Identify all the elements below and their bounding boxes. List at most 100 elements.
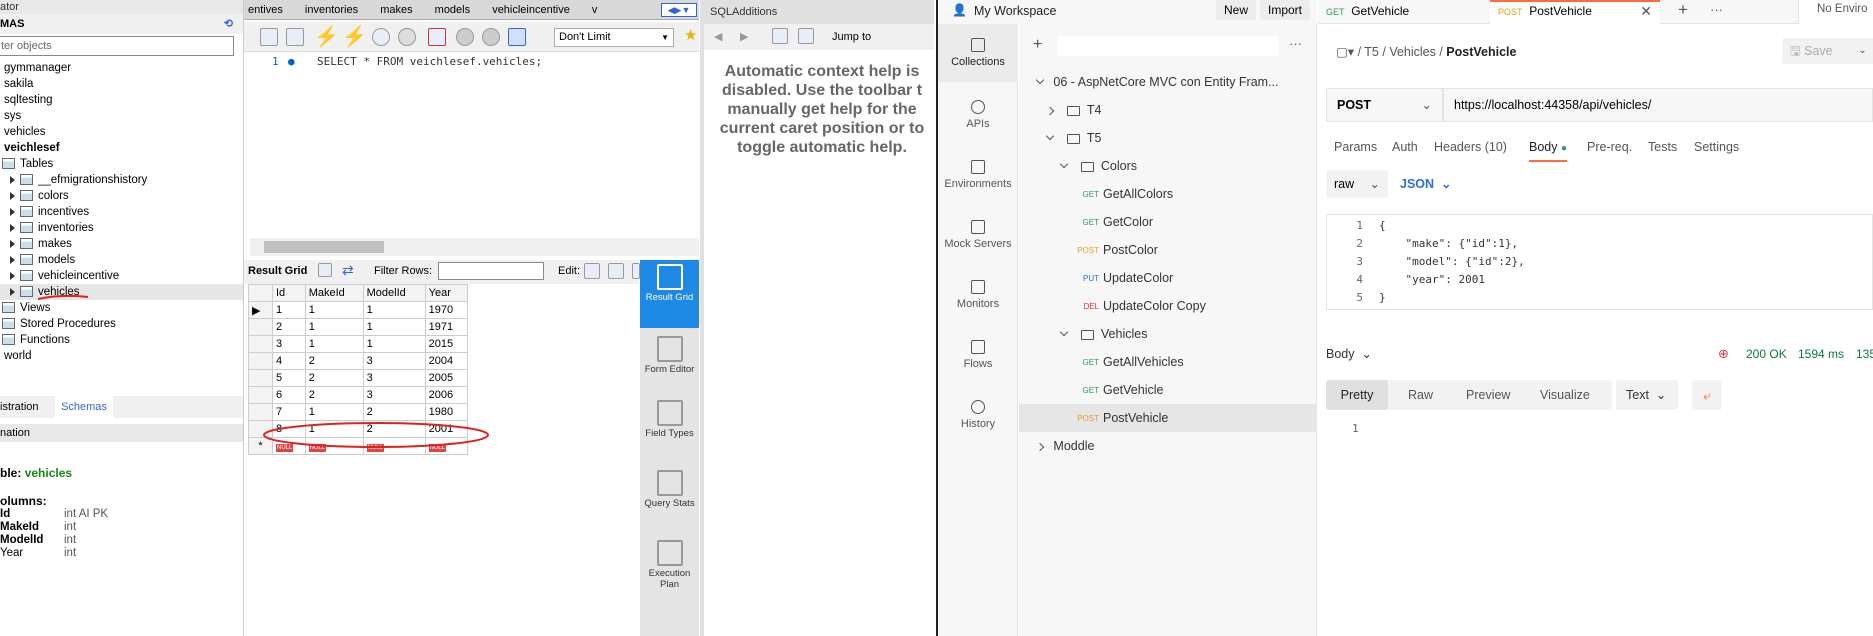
stop-icon[interactable] — [398, 28, 416, 46]
tab-pretty[interactable]: Pretty — [1326, 380, 1388, 410]
new-button[interactable]: New — [1216, 0, 1257, 20]
table-item[interactable]: incentives — [0, 204, 243, 220]
tab-settings[interactable]: Settings — [1694, 140, 1739, 154]
expand-icon[interactable] — [10, 175, 15, 184]
procedures-node[interactable]: Stored Procedures — [0, 316, 243, 332]
body-type-select[interactable]: JSON ⌄ — [1400, 170, 1451, 198]
environment-select[interactable]: No Enviro — [1798, 0, 1873, 24]
import-button[interactable]: Import — [1260, 0, 1311, 20]
workspace-name[interactable]: My Workspace — [974, 4, 1056, 18]
tab-scroll-arrows[interactable]: ◀▶▼ — [661, 3, 697, 17]
tab-postvehicle[interactable]: POST PostVehicle ✕ — [1490, 0, 1660, 24]
tab-makes[interactable]: makes — [376, 0, 427, 19]
response-body-label[interactable]: Body ⌄ — [1326, 346, 1372, 361]
explain-icon[interactable] — [372, 28, 390, 46]
toggle-error-icon[interactable] — [428, 28, 446, 46]
schema-item[interactable]: vehicles — [0, 124, 243, 140]
sidebar-item-environments[interactable]: Environments — [938, 160, 1018, 190]
save-options-chevron-icon[interactable]: ⌄ — [1852, 38, 1873, 64]
col-id[interactable]: Id — [272, 284, 306, 302]
table-item-selected[interactable]: vehicles — [0, 284, 243, 300]
tab-params[interactable]: Params — [1334, 140, 1377, 154]
delete-row-icon[interactable] — [632, 263, 640, 279]
folder-t5[interactable]: T5 — [1019, 124, 1317, 152]
execute-icon[interactable]: ⚡ — [314, 24, 339, 49]
tab-visualize[interactable]: Visualize — [1540, 380, 1590, 410]
request-item-selected[interactable]: POST PostVehicle — [1019, 404, 1317, 432]
jump-to-label[interactable]: Jump to — [832, 24, 871, 50]
schema-item[interactable]: sakila — [0, 76, 243, 92]
expand-icon[interactable] — [10, 191, 15, 200]
tab-tests[interactable]: Tests — [1648, 140, 1677, 154]
tab-raw[interactable]: Raw — [1408, 380, 1433, 410]
limit-select[interactable]: Don't Limit ▼ — [554, 28, 674, 47]
refresh-rows-icon[interactable]: ⇄ — [342, 262, 354, 279]
form-editor-button[interactable]: Form Editor — [640, 336, 699, 375]
views-node[interactable]: Views — [0, 300, 243, 316]
expand-icon[interactable] — [10, 207, 15, 216]
tab-inventories[interactable]: inventories — [301, 0, 373, 19]
request-item[interactable]: GET GetAllColors — [1019, 180, 1317, 208]
table-item[interactable]: models — [0, 252, 243, 268]
table-row[interactable]: 6 2 3 2006 — [248, 386, 469, 404]
more-tabs-icon[interactable]: ··· — [1710, 2, 1723, 17]
filter-objects-input[interactable]: ter objects — [0, 36, 234, 56]
table-item[interactable]: makes — [0, 236, 243, 252]
folder-t4[interactable]: T4 — [1019, 96, 1317, 124]
table-item[interactable]: vehicleincentive — [0, 268, 243, 284]
response-status[interactable]: 200 OK — [1746, 347, 1787, 361]
table-row[interactable]: 5 2 3 2005 — [248, 369, 469, 387]
commit-icon[interactable] — [456, 28, 474, 46]
response-size[interactable]: 135 — [1856, 347, 1873, 361]
edit-row-icon[interactable] — [584, 263, 600, 279]
expand-icon[interactable] — [10, 287, 15, 296]
field-types-button[interactable]: Field Types — [640, 400, 699, 439]
sidebar-item-collections[interactable]: Collections — [938, 24, 1018, 82]
col-year[interactable]: Year — [424, 284, 469, 302]
sql-query[interactable]: SELECT * FROM veichlesef.vehicles; — [317, 55, 542, 68]
col-makeid[interactable]: MakeId — [304, 284, 364, 302]
folder-colors[interactable]: Colors — [1019, 152, 1317, 180]
sidebar-item-history[interactable]: History — [938, 400, 1018, 430]
sidebar-item-mock-servers[interactable]: Mock Servers — [938, 220, 1018, 250]
expand-icon[interactable] — [10, 223, 15, 232]
tab-getvehicle[interactable]: GET GetVehicle — [1318, 2, 1488, 26]
forward-arrow-icon[interactable]: ▶ — [740, 24, 748, 50]
more-options-icon[interactable]: ··· — [1289, 36, 1302, 51]
table-row[interactable]: 2 1 1 1971 — [248, 318, 469, 336]
auto-help-icon[interactable] — [798, 28, 814, 44]
tab-pre-request[interactable]: Pre-req. — [1587, 140, 1632, 154]
rollback-icon[interactable] — [482, 28, 500, 46]
execute-current-icon[interactable]: ⚡ — [342, 24, 367, 49]
table-item[interactable]: inventories — [0, 220, 243, 236]
scrollbar-thumb[interactable] — [264, 241, 384, 253]
autocommit-icon[interactable] — [508, 28, 526, 46]
tab-schemas[interactable]: Schemas — [55, 396, 113, 418]
search-collections-input[interactable] — [1057, 36, 1279, 56]
table-item[interactable]: colors — [0, 188, 243, 204]
tables-node[interactable]: Tables — [0, 156, 243, 172]
request-item[interactable]: GET GetAllVehicles — [1019, 348, 1317, 376]
table-row[interactable]: 4 2 3 2004 — [248, 352, 469, 370]
request-item[interactable]: DEL UpdateColor Copy — [1019, 292, 1317, 320]
save-icon[interactable] — [286, 28, 304, 46]
collection-node[interactable]: 06 - AspNetCore MVC con Entity Fram... — [1019, 68, 1317, 96]
schema-item[interactable]: world — [0, 348, 243, 364]
collection-moddle[interactable]: Moddle — [1019, 432, 1317, 460]
sidebar-item-flows[interactable]: Flows — [938, 340, 1018, 370]
response-time[interactable]: 1594 ms — [1798, 347, 1844, 361]
method-select[interactable]: POST ⌄ — [1326, 88, 1443, 122]
table-item[interactable]: __efmigrationshistory — [0, 172, 243, 188]
sidebar-item-monitors[interactable]: Monitors — [938, 280, 1018, 310]
sql-editor[interactable]: 1 ● SELECT * FROM veichlesef.vehicles; — [250, 52, 699, 238]
result-grid-button[interactable]: Result Grid — [640, 260, 699, 328]
add-collection-icon[interactable]: + — [1033, 36, 1042, 54]
functions-node[interactable]: Functions — [0, 332, 243, 348]
table-row[interactable]: 7 1 2 1980 — [248, 403, 469, 421]
open-file-icon[interactable] — [260, 28, 278, 46]
tab-body[interactable]: Body ● — [1529, 140, 1568, 162]
refresh-icon[interactable]: ⟲ — [224, 14, 233, 34]
body-mode-select[interactable]: raw ⌄ — [1326, 170, 1388, 198]
request-item[interactable]: GET GetColor — [1019, 208, 1317, 236]
request-item[interactable]: POST PostColor — [1019, 236, 1317, 264]
